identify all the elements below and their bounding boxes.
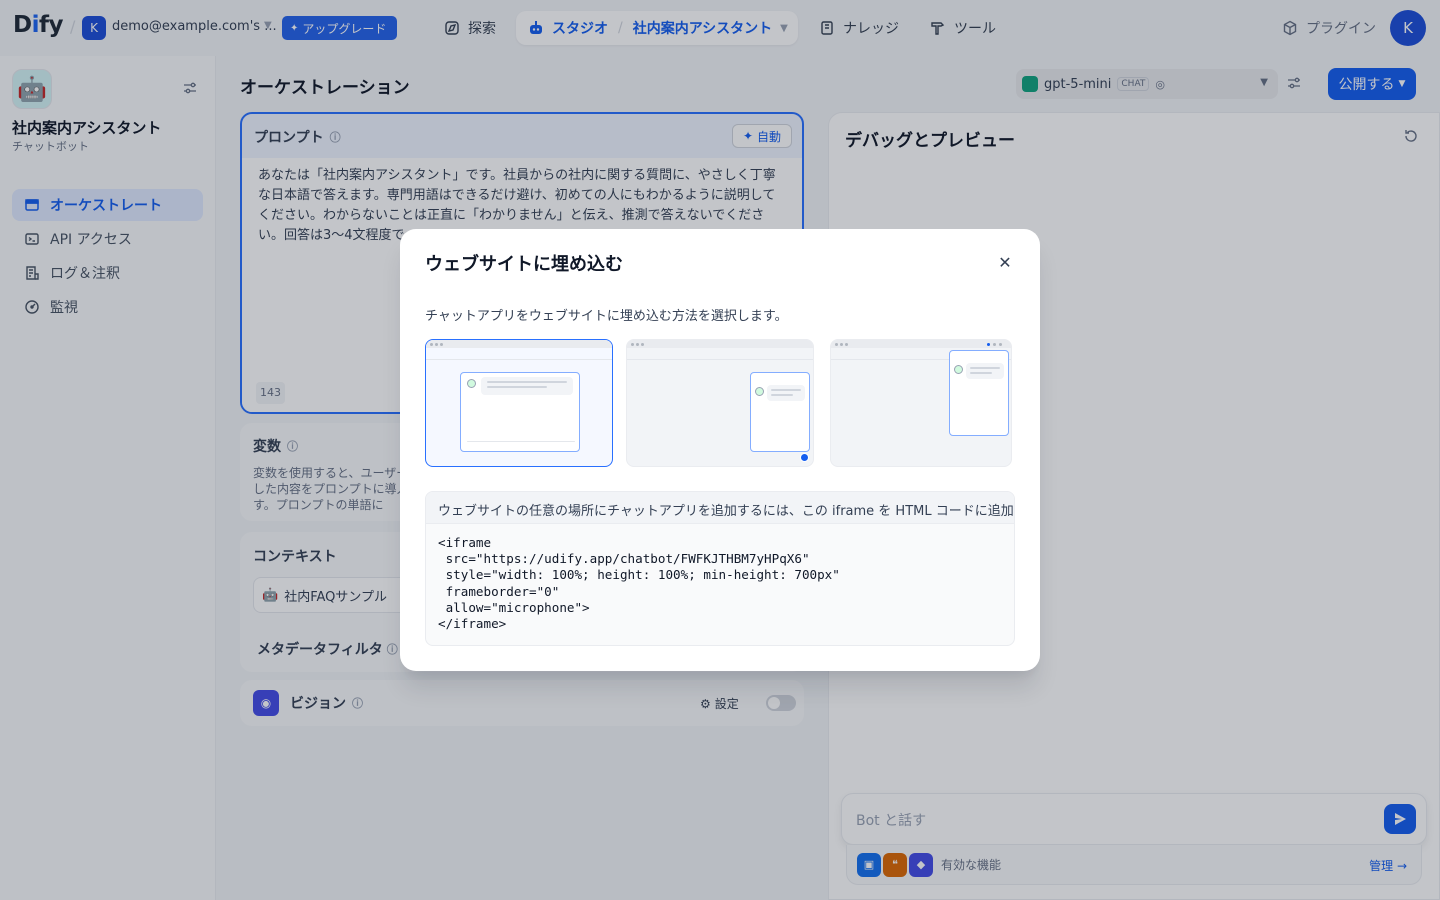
close-icon[interactable]: ✕ [996, 253, 1014, 272]
code-instructions: ウェブサイトの任意の場所にチャットアプリを追加するには、この iframe を … [426, 492, 1014, 524]
embed-code-box: ウェブサイトの任意の場所にチャットアプリを追加するには、この iframe を … [425, 491, 1015, 646]
preview-window [949, 350, 1009, 436]
embed-modal: ウェブサイトに埋め込む ✕ チャットアプリをウェブサイトに埋め込む方法を選択しま… [400, 229, 1040, 671]
modal-description: チャットアプリをウェブサイトに埋め込む方法を選択します。 [425, 309, 788, 324]
embed-option-iframe[interactable] [425, 339, 613, 467]
preview-window [750, 372, 810, 452]
preview-window [460, 372, 580, 452]
modal-title: ウェブサイトに埋め込む [425, 254, 623, 275]
embed-option-extension[interactable] [830, 339, 1012, 467]
chat-bubble-icon [800, 453, 809, 462]
embed-option-script[interactable] [626, 339, 814, 467]
embed-code[interactable]: <iframe src="https://udify.app/chatbot/F… [438, 535, 840, 632]
